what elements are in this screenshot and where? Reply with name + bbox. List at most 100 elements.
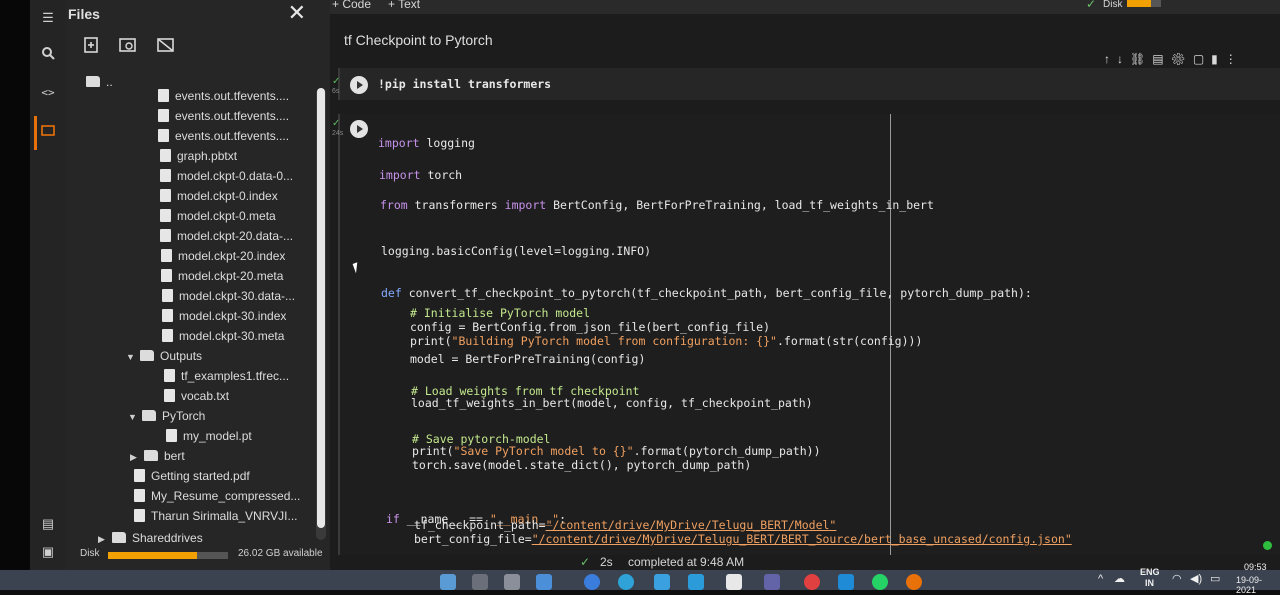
code-line[interactable]: import torch <box>379 168 462 182</box>
move-up-icon[interactable]: ↑ <box>1104 52 1117 66</box>
file-icon <box>161 249 172 262</box>
tree-item[interactable]: model.ckpt-0.meta <box>160 206 276 226</box>
tree-item[interactable]: tf_examples1.tfrec... <box>164 366 289 386</box>
files-scrollbar[interactable] <box>316 88 326 540</box>
scrollbar-thumb[interactable] <box>317 88 325 528</box>
edge-icon[interactable] <box>584 574 600 590</box>
file-icon <box>161 269 172 282</box>
code-line[interactable]: tf_checkpoint_path="/content/drive/MyDri… <box>414 518 836 532</box>
code-line[interactable]: config = BertConfig.from_json_file(bert_… <box>410 320 770 334</box>
tree-item[interactable]: model.ckpt-20.meta <box>161 266 283 286</box>
tree-item[interactable]: model.ckpt-0.index <box>160 186 278 206</box>
whatsapp-icon[interactable] <box>872 574 888 590</box>
file-icon <box>160 209 171 222</box>
tree-item[interactable]: my_model.pt <box>166 426 252 446</box>
region-indicator[interactable]: IN <box>1145 578 1154 588</box>
start-icon[interactable] <box>440 574 456 590</box>
tree-item[interactable]: model.ckpt-30.index <box>162 306 286 326</box>
browser-icon[interactable] <box>618 574 634 590</box>
keyboard-icon[interactable]: ▤ <box>30 516 66 532</box>
code-cell-1[interactable]: ✓ 6s !pip install transformers <box>332 68 1280 100</box>
close-icon[interactable]: ✕ <box>288 0 306 26</box>
folder-icon <box>142 410 156 421</box>
mount-drive-icon[interactable] <box>156 36 176 54</box>
cell-code[interactable]: !pip install transformers <box>378 77 551 91</box>
code-line[interactable]: print("Save PyTorch model to {}".format(… <box>412 444 821 458</box>
run-cell-button[interactable] <box>350 76 368 94</box>
tree-item[interactable]: vocab.txt <box>164 386 229 406</box>
upload-file-icon[interactable] <box>82 36 102 54</box>
code-line[interactable]: logging.basicConfig(level=logging.INFO) <box>381 244 651 258</box>
tree-item[interactable]: ▼ Outputs <box>126 346 202 366</box>
tree-item[interactable]: events.out.tfevents.... <box>158 86 289 106</box>
code-line[interactable]: from transformers import BertConfig, Ber… <box>380 198 934 212</box>
more-icon[interactable]: ⋮ <box>1225 52 1244 66</box>
cloud-icon[interactable]: ☁ <box>1114 572 1125 585</box>
wifi-icon[interactable]: ◠ <box>1172 572 1182 585</box>
tree-item[interactable]: ▶ Shareddrives <box>98 528 203 548</box>
tree-item[interactable]: model.ckpt-20.index <box>161 246 285 266</box>
battery-icon[interactable]: ▭ <box>1210 572 1220 585</box>
code-line[interactable]: model = BertForPreTraining(config) <box>410 352 645 366</box>
mirror-cell-icon[interactable]: ▢ <box>1193 52 1211 66</box>
chevron-right-icon: ▶ <box>98 534 105 544</box>
teams-icon[interactable] <box>764 574 780 590</box>
code-line[interactable]: # Initialise PyTorch model <box>410 306 590 320</box>
vscode-icon[interactable] <box>838 574 854 590</box>
add-text-button[interactable]: + Text <box>388 0 420 11</box>
code-snippets-icon[interactable]: <> <box>30 86 66 99</box>
tree-item[interactable]: Getting started.pdf <box>134 466 250 486</box>
task-view-icon[interactable] <box>504 574 520 590</box>
chrome-icon[interactable] <box>804 574 820 590</box>
tree-item[interactable]: .. <box>86 72 113 92</box>
tree-item[interactable]: My_Resume_compressed... <box>134 486 300 506</box>
tree-item[interactable]: model.ckpt-20.data-... <box>160 226 293 246</box>
tree-item[interactable]: graph.pbtxt <box>160 146 237 166</box>
run-cell-button[interactable] <box>350 120 368 138</box>
tree-item[interactable]: Tharun Sirimalla_VNRVJI... <box>134 506 298 526</box>
tree-item[interactable]: ▼ PyTorch <box>128 406 205 426</box>
clock-time[interactable]: 09:53 <box>1244 562 1267 572</box>
code-cell-2[interactable]: ✓ 24s import logging import torch from t… <box>332 114 1280 570</box>
tray-overflow-icon[interactable]: ^ <box>1098 573 1103 585</box>
search-icon[interactable] <box>30 46 66 63</box>
tree-item[interactable]: events.out.tfevents.... <box>158 126 289 146</box>
code-line[interactable]: load_tf_weights_in_bert(model, config, t… <box>411 396 813 410</box>
code-line[interactable]: bert_config_file="/content/drive/MyDrive… <box>414 532 1072 546</box>
widgets-icon[interactable] <box>536 574 552 590</box>
clock-date[interactable]: 19-09-2021 <box>1236 575 1280 595</box>
file-explorer-icon[interactable] <box>726 574 742 590</box>
status-bar: ✓ 2s completed at 9:48 AM <box>330 555 1280 570</box>
file-icon <box>158 109 169 122</box>
language-indicator[interactable]: ENG <box>1140 567 1160 577</box>
code-line[interactable]: torch.save(model.state_dict(), pytorch_d… <box>412 458 751 472</box>
search-icon[interactable] <box>472 574 488 590</box>
menu-icon[interactable]: ☰ <box>30 10 66 26</box>
disk-indicator-bar[interactable] <box>1127 0 1161 7</box>
code-line[interactable]: def convert_tf_checkpoint_to_pytorch(tf_… <box>381 286 1032 300</box>
file-icon <box>158 129 169 142</box>
chrome-profile-icon[interactable] <box>906 574 922 590</box>
file-icon <box>134 509 145 522</box>
move-down-icon[interactable]: ↓ <box>1117 52 1130 66</box>
link-icon[interactable]: ⛓ <box>1130 52 1152 66</box>
cell-exec-time: 24s <box>332 130 344 137</box>
completed-status: completed at 9:48 AM <box>628 555 745 569</box>
add-code-button[interactable]: + Code <box>332 0 371 11</box>
delete-icon[interactable]: ▮ <box>1211 52 1225 66</box>
volume-icon[interactable]: ◀) <box>1190 572 1202 585</box>
tree-item[interactable]: model.ckpt-30.meta <box>162 326 284 346</box>
settings-icon[interactable]: ⚙ <box>1171 52 1193 66</box>
tree-item[interactable]: model.ckpt-0.data-0... <box>160 166 293 186</box>
refresh-folder-icon[interactable] <box>118 36 138 54</box>
tree-item[interactable]: model.ckpt-30.data-... <box>162 286 295 306</box>
terminal-icon[interactable]: ▣ <box>30 544 66 560</box>
tree-item[interactable]: events.out.tfevents.... <box>158 106 289 126</box>
mail-icon[interactable] <box>688 574 704 590</box>
folder-icon[interactable] <box>30 124 66 139</box>
comment-icon[interactable]: ▤ <box>1152 52 1170 66</box>
store-icon[interactable] <box>654 574 670 590</box>
tree-item[interactable]: ▶ bert <box>130 446 185 466</box>
code-line[interactable]: import logging <box>378 136 475 150</box>
code-line[interactable]: print("Building PyTorch model from confi… <box>410 334 922 348</box>
